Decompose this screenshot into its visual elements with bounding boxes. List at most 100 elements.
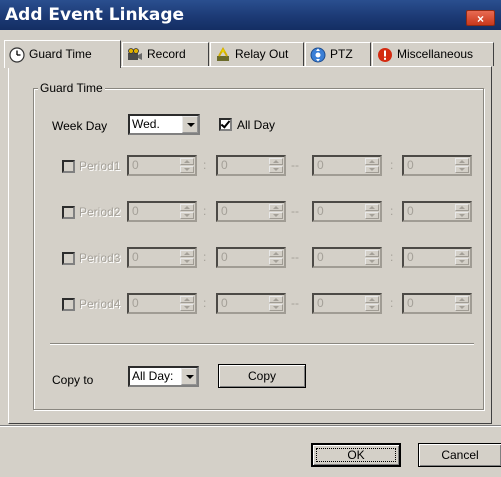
- spin-arrows[interactable]: [269, 296, 283, 311]
- copy-to-label: Copy to: [52, 373, 94, 387]
- tab-strip: Guard Time Record Relay Out PTZ Miscella…: [4, 40, 501, 68]
- spin-value: 0: [132, 250, 139, 264]
- period3-start-minute[interactable]: 0: [216, 247, 286, 268]
- spin-value: 0: [407, 250, 414, 264]
- period4-checkbox[interactable]: [62, 298, 75, 311]
- spin-value: 0: [407, 158, 414, 172]
- week-day-value: Wed.: [132, 117, 160, 131]
- spin-arrows[interactable]: [180, 158, 194, 173]
- spin-arrows[interactable]: [455, 250, 469, 265]
- period1-checkbox[interactable]: [62, 160, 75, 173]
- tab-label: Guard Time: [29, 47, 92, 61]
- period1-label: Period1: [79, 159, 121, 173]
- colon-separator: :: [390, 296, 394, 310]
- spin-arrows[interactable]: [455, 204, 469, 219]
- spin-arrows[interactable]: [269, 204, 283, 219]
- tab-ptz[interactable]: PTZ: [305, 42, 371, 66]
- period1-end-minute[interactable]: 0: [402, 155, 472, 176]
- spin-value: 0: [407, 296, 414, 310]
- spin-value: 0: [132, 204, 139, 218]
- spin-value: 0: [407, 204, 414, 218]
- week-day-label: Week Day: [52, 119, 108, 133]
- period4-end-minute[interactable]: 0: [402, 293, 472, 314]
- tab-guard-time[interactable]: Guard Time: [4, 40, 121, 68]
- all-day-checkbox[interactable]: [219, 118, 232, 131]
- spin-arrows[interactable]: [455, 296, 469, 311]
- spin-arrows[interactable]: [365, 250, 379, 265]
- period4-start-minute[interactable]: 0: [216, 293, 286, 314]
- range-dash: --: [291, 158, 299, 172]
- spin-arrows[interactable]: [180, 296, 194, 311]
- spin-value: 0: [221, 250, 228, 264]
- tab-label: Relay Out: [235, 47, 289, 61]
- copy-to-select[interactable]: All Day:: [128, 366, 199, 387]
- spin-value: 0: [221, 204, 228, 218]
- spin-arrows[interactable]: [269, 250, 283, 265]
- spin-arrows[interactable]: [365, 204, 379, 219]
- period2-label: Period2: [79, 205, 121, 219]
- spin-arrows[interactable]: [365, 296, 379, 311]
- spin-value: 0: [221, 158, 228, 172]
- week-day-select[interactable]: Wed.: [128, 114, 200, 135]
- spin-arrows[interactable]: [180, 250, 194, 265]
- ptz-icon: [310, 47, 326, 63]
- ok-button[interactable]: OK: [311, 443, 401, 467]
- period3-end-minute[interactable]: 0: [402, 247, 472, 268]
- tab-label: Record: [147, 47, 186, 61]
- period2-start-hour[interactable]: 0: [127, 201, 197, 222]
- copy-to-value: All Day:: [132, 369, 174, 383]
- colon-separator: :: [390, 204, 394, 218]
- period3-label: Period3: [79, 251, 121, 265]
- close-icon: ×: [476, 12, 484, 26]
- period1-start-hour[interactable]: 0: [127, 155, 197, 176]
- range-dash: --: [291, 204, 299, 218]
- period2-end-hour[interactable]: 0: [312, 201, 382, 222]
- divider: [50, 343, 474, 345]
- period1-end-hour[interactable]: 0: [312, 155, 382, 176]
- range-dash: --: [291, 296, 299, 310]
- period1-start-minute[interactable]: 0: [216, 155, 286, 176]
- copy-button[interactable]: Copy: [218, 364, 306, 388]
- spin-value: 0: [317, 250, 324, 264]
- period3-end-hour[interactable]: 0: [312, 247, 382, 268]
- colon-separator: :: [203, 250, 207, 264]
- spin-arrows[interactable]: [180, 204, 194, 219]
- chevron-down-icon[interactable]: [181, 368, 197, 385]
- range-dash: --: [291, 250, 299, 264]
- spin-arrows[interactable]: [455, 158, 469, 173]
- period4-end-hour[interactable]: 0: [312, 293, 382, 314]
- alert-icon: [378, 48, 392, 62]
- all-day-label: All Day: [237, 118, 276, 132]
- camera-icon: [128, 48, 142, 60]
- spin-value: 0: [132, 296, 139, 310]
- colon-separator: :: [203, 158, 207, 172]
- tab-record[interactable]: Record: [122, 42, 209, 66]
- spin-arrows[interactable]: [269, 158, 283, 173]
- tab-label: Miscellaneous: [397, 47, 474, 61]
- period2-start-minute[interactable]: 0: [216, 201, 286, 222]
- dialog-window: Add Event Linkage × Guard Time Record Re…: [0, 0, 501, 477]
- colon-separator: :: [203, 204, 207, 218]
- period2-checkbox[interactable]: [62, 206, 75, 219]
- colon-separator: :: [390, 250, 394, 264]
- spin-value: 0: [132, 158, 139, 172]
- spin-value: 0: [221, 296, 228, 310]
- spin-arrows[interactable]: [365, 158, 379, 173]
- dialog-title: Add Event Linkage: [5, 5, 185, 25]
- footer-divider: [0, 425, 501, 427]
- period3-start-hour[interactable]: 0: [127, 247, 197, 268]
- tab-label: PTZ: [330, 47, 353, 61]
- clock-icon: [9, 47, 25, 63]
- period2-end-minute[interactable]: 0: [402, 201, 472, 222]
- focus-ring: [316, 448, 396, 462]
- tab-miscellaneous[interactable]: Miscellaneous: [372, 42, 494, 66]
- cancel-button[interactable]: Cancel: [418, 443, 501, 467]
- spin-value: 0: [317, 296, 324, 310]
- tab-relay-out[interactable]: Relay Out: [210, 42, 304, 66]
- period3-checkbox[interactable]: [62, 252, 75, 265]
- title-bar[interactable]: Add Event Linkage ×: [0, 0, 501, 30]
- close-button[interactable]: ×: [466, 10, 495, 26]
- chevron-down-icon[interactable]: [182, 116, 198, 133]
- period4-start-hour[interactable]: 0: [127, 293, 197, 314]
- period4-label: Period4: [79, 297, 121, 311]
